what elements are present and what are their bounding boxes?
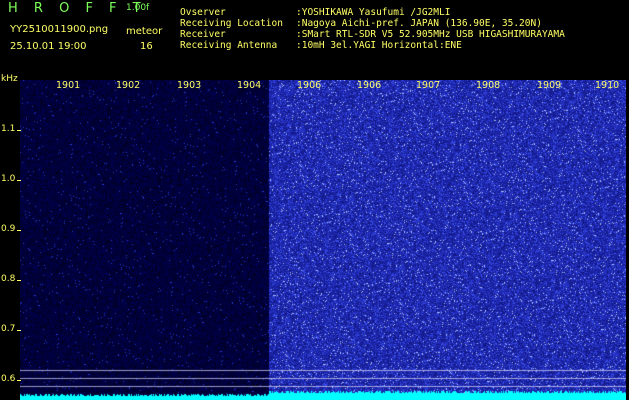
info-key: Receiving Antenna [180, 40, 278, 51]
meteor-label: meteor [126, 26, 163, 37]
info-value: :Nagoya Aichi-pref. JAPAN (136.90E, 35.2… [296, 18, 542, 29]
info-row-antenna: Receiving Antenna :10mH 3el.YAGI Horizon… [180, 40, 565, 51]
x-tick-label: 1903 [177, 80, 202, 91]
x-tick-label: 1901 [56, 80, 81, 91]
info-key: Receiver [180, 29, 226, 40]
y-tick-mark [17, 280, 21, 281]
x-tick-label: 1906 [297, 80, 322, 91]
filename-label: YY2510011900.png [10, 24, 109, 35]
y-tick-label: 0.6 [1, 374, 16, 384]
x-tick-label: 1908 [476, 80, 501, 91]
x-tick-label: 1910 [595, 80, 620, 91]
y-unit-label: kHz [1, 74, 18, 84]
y-tick-mark [17, 230, 21, 231]
y-tick-label: 0.9 [1, 224, 16, 234]
spectrogram-canvas [20, 80, 626, 400]
info-key: Ovserver [180, 7, 226, 18]
info-value: :10mH 3el.YAGI Horizontal:ENE [296, 40, 462, 51]
station-info: Ovserver :YOSHIKAWA Yasufumi /JG2MLI Rec… [180, 7, 565, 51]
y-tick-label: 0.8 [1, 274, 16, 284]
info-row-receiver: Receiver :SMart RTL-SDR V5 52.905MHz USB… [180, 29, 565, 40]
y-tick-mark [17, 180, 21, 181]
x-tick-label: 1902 [116, 80, 141, 91]
info-value: :YOSHIKAWA Yasufumi /JG2MLI [296, 7, 451, 18]
info-row-location: Receiving Location :Nagoya Aichi-pref. J… [180, 18, 565, 29]
info-key: Receiving Location [180, 18, 283, 29]
y-tick-label: 0.7 [1, 324, 16, 334]
y-tick-mark [17, 380, 21, 381]
y-tick-mark [17, 130, 21, 131]
info-row-observer: Ovserver :YOSHIKAWA Yasufumi /JG2MLI [180, 7, 565, 18]
version-label: 1.00f [126, 3, 150, 13]
meteor-count: 16 [140, 41, 153, 52]
y-tick-label: 1.0 [1, 174, 16, 184]
info-value: :SMart RTL-SDR V5 52.905MHz USB HIGASHIM… [296, 29, 565, 40]
x-tick-label: 1909 [537, 80, 562, 91]
x-tick-label: 1904 [237, 80, 262, 91]
y-tick-mark [17, 330, 21, 331]
datetime-label: 25.10.01 19:00 [10, 41, 87, 52]
x-tick-label: 1907 [416, 80, 441, 91]
x-tick-label: 1906 [357, 80, 382, 91]
y-tick-label: 1.1 [1, 124, 16, 134]
